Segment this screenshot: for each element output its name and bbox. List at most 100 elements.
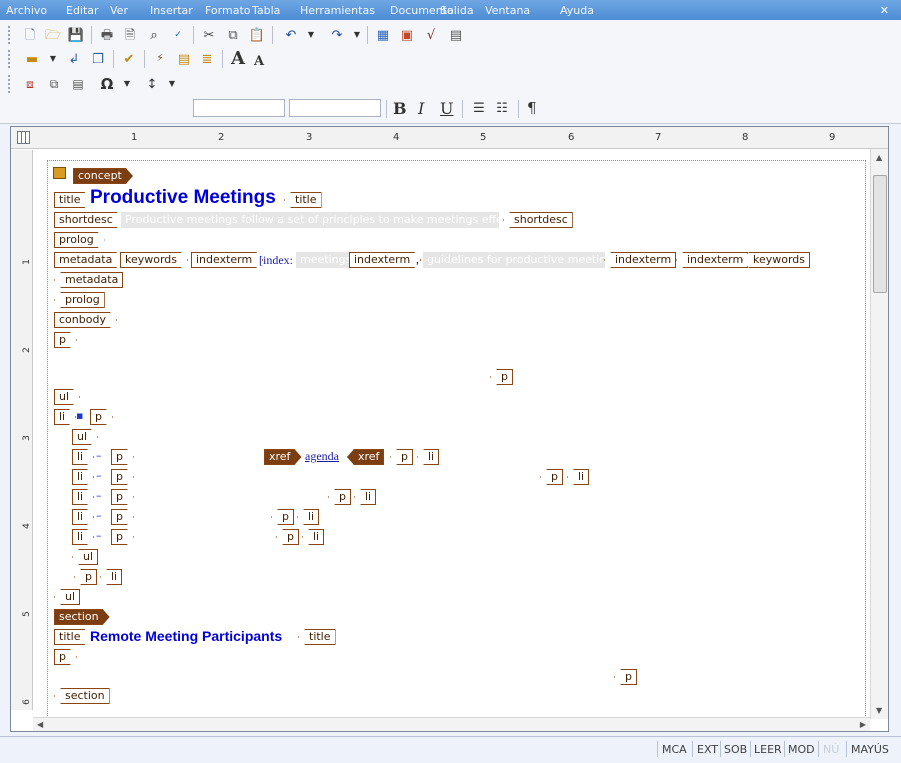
menu-view[interactable]: Ver [110, 4, 128, 17]
underline-button[interactable]: U [440, 99, 453, 118]
bold-button[interactable]: B [393, 99, 407, 118]
index-term-text[interactable]: meetings [296, 252, 350, 268]
section-title[interactable]: Remote Meeting Participants [90, 628, 282, 644]
xref-open-tag[interactable]: xref [264, 449, 301, 465]
attributes-icon[interactable]: ▤ [174, 49, 194, 69]
scroll-left-icon[interactable]: ◀ [37, 720, 43, 729]
menu-tools[interactable]: Herramientas [300, 4, 375, 17]
keywords-open-tag[interactable]: keywords [120, 252, 188, 268]
scroll-right-icon[interactable]: ▶ [860, 720, 866, 729]
concept-tag[interactable]: concept [73, 168, 133, 184]
xref-link[interactable]: agenda [305, 449, 339, 464]
xref-close-tag[interactable]: xref [347, 449, 385, 465]
source-view-icon[interactable]: ⧉ [44, 74, 64, 94]
redo-icon[interactable]: ↷ [327, 25, 347, 45]
toolbar-grip[interactable] [8, 50, 12, 68]
indexterm-open-tag[interactable]: indexterm [191, 252, 263, 268]
section-open-tag[interactable]: section [54, 609, 110, 625]
styles-icon[interactable]: ≣ [197, 49, 217, 69]
menu-format[interactable]: Formato [205, 4, 251, 17]
conbody-open-tag[interactable]: conbody [54, 312, 117, 328]
grow-font-icon[interactable]: A [228, 49, 248, 69]
document-window: 1 2 3 4 5 6 7 8 9 1 2 3 4 5 6 ▲ ▼ ◀ ▶ co… [10, 126, 889, 732]
metadata-open-tag[interactable]: metadata [54, 252, 123, 268]
cut-icon[interactable]: ✂ [199, 25, 219, 45]
horizontal-scrollbar[interactable]: ◀ ▶ [33, 717, 870, 731]
menu-table[interactable]: Tabla [252, 4, 280, 17]
menu-edit[interactable]: Editar [66, 4, 99, 17]
equation-icon[interactable]: √ [421, 25, 441, 45]
markup-view-icon[interactable]: ⧈ [20, 74, 40, 94]
prolog-open-tag[interactable]: prolog [54, 232, 105, 248]
chevron-down-icon[interactable]: ▼ [48, 49, 58, 69]
print-icon[interactable]: 🖶 [97, 25, 117, 45]
print-preview-icon[interactable]: 🗎 [120, 25, 140, 45]
shrink-font-icon[interactable]: A [249, 51, 269, 71]
chevron-down-icon[interactable]: ▼ [306, 25, 316, 45]
shortdesc-close-tag[interactable]: shortdesc [503, 212, 573, 228]
scroll-thumb[interactable] [873, 175, 887, 293]
symbol-icon[interactable]: Ω [97, 74, 117, 94]
open-folder-icon[interactable]: 🗁 [43, 25, 63, 45]
ruler-number: 4 [393, 132, 400, 143]
indexterm-close-tag[interactable]: indexterm [604, 252, 677, 268]
bullet-list-icon[interactable]: ☷ [492, 98, 512, 118]
close-icon[interactable]: ✕ [880, 4, 889, 17]
status-ext: EXT [697, 743, 719, 756]
toolbar-grip[interactable] [8, 26, 12, 44]
keywords-close-tag[interactable]: keywords [742, 252, 811, 268]
image-icon[interactable]: ▣ [397, 25, 417, 45]
show-paragraph-button[interactable]: ¶ [527, 99, 537, 117]
chevron-down-icon[interactable]: ▼ [352, 25, 362, 45]
spell-check-icon[interactable]: ✓ [168, 25, 188, 45]
section-close-tag[interactable]: section [54, 688, 110, 704]
ruler-number: 7 [655, 132, 662, 143]
copy-icon[interactable]: ⧉ [223, 25, 243, 45]
undo-icon[interactable]: ↶ [281, 25, 301, 45]
table-icon[interactable]: ▦ [373, 25, 393, 45]
new-document-icon[interactable]: 🗋 [20, 25, 40, 45]
shortdesc-text[interactable]: Productive meetings follow a set of prin… [121, 212, 499, 228]
numbered-list-icon[interactable]: ☰ [469, 98, 489, 118]
toolbar-separator [193, 26, 194, 44]
list-dash: – [96, 509, 102, 522]
vertical-scrollbar[interactable]: ▲ ▼ [870, 149, 888, 719]
menu-insert[interactable]: Insertar [150, 4, 193, 17]
font-select[interactable] [289, 99, 381, 117]
element-icon[interactable]: ▬ [22, 49, 42, 69]
list-dash: – [96, 449, 102, 462]
ruler-toggle-icon[interactable] [17, 131, 30, 144]
find-icon[interactable]: ⌕ [144, 25, 164, 45]
title-open-tag[interactable]: title [54, 192, 92, 208]
menu-file[interactable]: Archivo [6, 4, 47, 17]
style-select[interactable] [193, 99, 285, 117]
id-icon[interactable]: ⚡ [150, 49, 170, 69]
scroll-down-icon[interactable]: ▼ [876, 706, 882, 715]
line-spacing-icon[interactable]: ↕ [142, 74, 162, 94]
shortdesc-open-tag[interactable]: shortdesc [54, 212, 124, 228]
title-close-tag[interactable]: title [284, 192, 322, 208]
paste-icon[interactable]: 📋 [247, 25, 267, 45]
save-icon[interactable]: 💾 [66, 25, 86, 45]
chevron-down-icon[interactable]: ▼ [122, 74, 132, 94]
menu-help[interactable]: Ayuda [560, 4, 594, 17]
duplicate-icon[interactable]: ❐ [88, 49, 108, 69]
indexterm-open-tag[interactable]: indexterm [349, 252, 421, 268]
metadata-close-tag[interactable]: metadata [54, 272, 124, 288]
title-close-tag[interactable]: title [298, 629, 336, 645]
indexterm-close-tag[interactable]: indexterm [676, 252, 749, 268]
validate-icon[interactable]: ✔ [119, 49, 139, 69]
toolbar-grip[interactable] [8, 75, 12, 93]
index-subterm-text[interactable]: guidelines for productive meetings [423, 252, 605, 268]
italic-button[interactable]: I [418, 99, 424, 118]
page-title[interactable]: Productive Meetings [90, 187, 276, 209]
menu-output[interactable]: Salida [440, 4, 474, 17]
scroll-up-icon[interactable]: ▲ [876, 153, 882, 162]
menu-window[interactable]: Ventana [485, 4, 530, 17]
title-open-tag[interactable]: title [54, 629, 92, 645]
outline-view-icon[interactable]: ▤ [68, 74, 88, 94]
chevron-down-icon[interactable]: ▼ [167, 74, 177, 94]
insert-element-icon[interactable]: ↲ [64, 49, 84, 69]
prolog-close-tag[interactable]: prolog [54, 292, 105, 308]
form-icon[interactable]: ▤ [446, 25, 466, 45]
